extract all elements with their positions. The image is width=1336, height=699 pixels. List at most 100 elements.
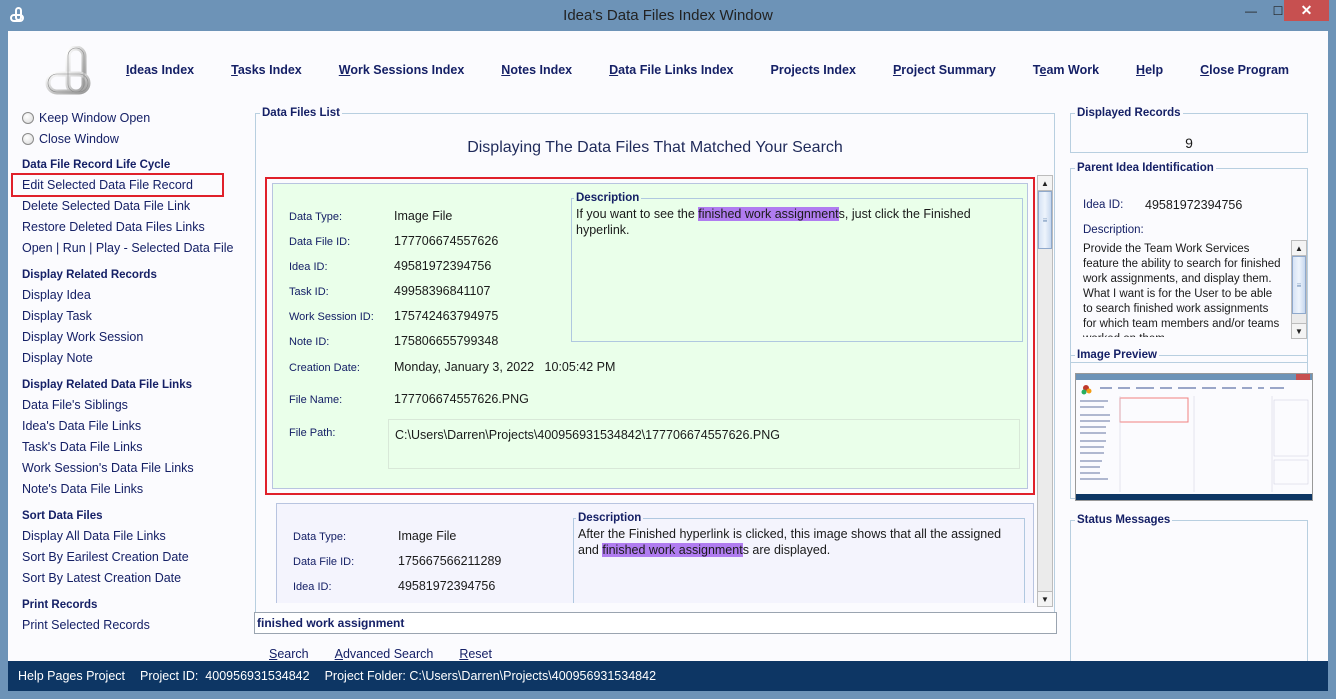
creation-date-label: Creation Date: xyxy=(289,362,360,374)
data-type-value: Image File xyxy=(394,209,453,223)
advanced-search-button[interactable]: Advanced Search xyxy=(335,647,434,661)
description-text: If you want to see the finished work ass… xyxy=(576,207,971,237)
nav-help[interactable]: Help xyxy=(1136,63,1163,77)
scroll-thumb[interactable]: ≡ xyxy=(1292,256,1306,314)
scroll-up-arrow-icon[interactable]: ▲ xyxy=(1292,241,1306,256)
notes-data-file-links-link[interactable]: Note's Data File Links xyxy=(22,479,242,500)
radio-icon xyxy=(22,111,34,124)
parent-idea-description-label: Description: xyxy=(1083,224,1144,236)
close-button[interactable]: ✕ xyxy=(1284,0,1329,21)
parent-idea-title: Parent Idea Identification xyxy=(1077,162,1214,174)
file-path-value: C:\Users\Darren\Projects\400956931534842… xyxy=(388,419,1020,469)
records-scrollbar[interactable]: ▲ ≡ ▼ xyxy=(1037,175,1053,607)
screenshot-thumbnail-icon xyxy=(1076,374,1312,500)
minimize-button[interactable]: — xyxy=(1236,0,1266,21)
displayed-records-title: Displayed Records xyxy=(1077,107,1181,119)
open-run-play-data-file-link[interactable]: Open | Run | Play - Selected Data File xyxy=(22,238,242,259)
image-preview-group: Image Preview xyxy=(1070,349,1313,501)
reset-button[interactable]: Reset xyxy=(459,647,492,661)
display-all-data-file-links-link[interactable]: Display All Data File Links xyxy=(22,526,242,547)
status-bar: Help Pages Project Project ID: 400956931… xyxy=(8,661,1328,691)
delete-selected-data-file-link[interactable]: Delete Selected Data File Link xyxy=(22,196,242,217)
scroll-thumb[interactable]: ≡ xyxy=(1038,191,1052,249)
sort-latest-creation-date-link[interactable]: Sort By Latest Creation Date xyxy=(22,568,242,589)
window-title: Idea's Data Files Index Window xyxy=(563,7,773,24)
status-messages-group: Status Messages xyxy=(1070,514,1308,662)
print-selected-records-link[interactable]: Print Selected Records xyxy=(22,615,242,636)
description-group: Description After the Finished hyperlink… xyxy=(573,512,1025,603)
data-files-siblings-link[interactable]: Data File's Siblings xyxy=(22,395,242,416)
highlight-frame xyxy=(11,173,224,197)
display-note-link[interactable]: Display Note xyxy=(22,348,242,369)
description-text: After the Finished hyperlink is clicked,… xyxy=(578,527,1002,557)
search-input[interactable]: finished work assignment xyxy=(254,612,1057,634)
scroll-down-arrow-icon[interactable]: ▼ xyxy=(1292,323,1306,338)
data-file-id-label: Data File ID: xyxy=(293,556,355,568)
parent-idea-group: Parent Idea Identification Idea ID: 4958… xyxy=(1070,162,1308,363)
top-navigation: Ideas Index Tasks Index Work Sessions In… xyxy=(126,63,1289,77)
nav-work-sessions-index[interactable]: Work Sessions Index xyxy=(339,63,465,77)
data-file-record[interactable]: Data Type: Image File Data File ID: 1756… xyxy=(276,503,1034,603)
task-id-label: Task ID: xyxy=(289,286,329,298)
nav-team-work[interactable]: Team Work xyxy=(1033,63,1099,77)
search-match-highlight: finished work assignment xyxy=(698,207,839,221)
nav-projects-index[interactable]: Projects Index xyxy=(771,63,856,77)
description-title: Description xyxy=(576,192,640,204)
displayed-records-group: Displayed Records 9 xyxy=(1070,107,1308,153)
work-sessions-data-file-links-link[interactable]: Work Session's Data File Links xyxy=(22,458,242,479)
tasks-data-file-links-link[interactable]: Task's Data File Links xyxy=(22,437,242,458)
parent-idea-description-text: Provide the Team Work Services feature t… xyxy=(1083,243,1281,337)
description-title: Description xyxy=(578,512,642,524)
close-window-radio[interactable]: Close Window xyxy=(22,128,242,149)
scroll-down-arrow-icon[interactable]: ▼ xyxy=(1038,591,1052,606)
data-file-id-value: 175667566211289 xyxy=(398,554,502,568)
results-heading: Displaying The Data Files That Matched Y… xyxy=(467,139,843,156)
creation-date-value: Monday, January 3, 2022 10:05:42 PM xyxy=(394,360,616,374)
project-folder: Project Folder: C:\Users\Darren\Projects… xyxy=(324,669,657,683)
display-work-session-link[interactable]: Display Work Session xyxy=(22,327,242,348)
status-messages-title: Status Messages xyxy=(1077,514,1171,526)
file-path-label: File Path: xyxy=(289,427,336,439)
data-type-value: Image File xyxy=(398,529,457,543)
parent-idea-id-value: 49581972394756 xyxy=(1145,198,1243,212)
search-actions: Search Advanced Search Reset xyxy=(269,647,518,661)
display-idea-link[interactable]: Display Idea xyxy=(22,285,242,306)
image-preview-thumbnail[interactable] xyxy=(1075,373,1313,501)
records-scroll-area: Data Type: Image File Data File ID: 1777… xyxy=(262,175,1037,603)
idea-id-value: 49581972394756 xyxy=(394,259,492,273)
data-files-list-title: Data Files List xyxy=(262,107,340,119)
work-session-id-label: Work Session ID: xyxy=(289,311,374,323)
displayed-records-count: 9 xyxy=(1185,135,1193,151)
section-heading-related-links: Display Related Data File Links xyxy=(22,379,193,391)
data-type-label: Data Type: xyxy=(289,211,342,223)
radio-icon xyxy=(22,132,34,145)
parent-idea-id-label: Idea ID: xyxy=(1083,199,1124,211)
nav-close-program[interactable]: Close Program xyxy=(1200,63,1289,77)
display-task-link[interactable]: Display Task xyxy=(22,306,242,327)
nav-project-summary[interactable]: Project Summary xyxy=(893,63,996,77)
note-id-value: 175806655799348 xyxy=(394,334,499,348)
idea-id-label: Idea ID: xyxy=(293,581,332,593)
section-heading-sort: Sort Data Files xyxy=(22,510,103,522)
data-file-record[interactable]: Data Type: Image File Data File ID: 1777… xyxy=(272,183,1028,489)
task-id-value: 49958396841107 xyxy=(394,284,491,298)
nav-data-file-links-index[interactable]: Data File Links Index xyxy=(609,63,733,77)
image-preview-title: Image Preview xyxy=(1077,349,1157,361)
search-match-highlight: finished work assignment xyxy=(602,543,743,557)
nav-ideas-index[interactable]: Ideas Index xyxy=(126,63,194,77)
ideas-data-file-links-link[interactable]: Idea's Data File Links xyxy=(22,416,242,437)
parent-idea-scrollbar[interactable]: ▲ ≡ ▼ xyxy=(1291,240,1307,339)
search-button[interactable]: Search xyxy=(269,647,309,661)
keep-window-open-radio[interactable]: Keep Window Open xyxy=(22,107,242,128)
close-icon: ✕ xyxy=(1300,2,1313,18)
chain-link-logo-icon xyxy=(45,46,91,95)
scroll-up-arrow-icon[interactable]: ▲ xyxy=(1038,176,1052,191)
restore-deleted-data-files-links[interactable]: Restore Deleted Data Files Links xyxy=(22,217,242,238)
note-id-label: Note ID: xyxy=(289,336,330,348)
sort-earliest-creation-date-link[interactable]: Sort By Earilest Creation Date xyxy=(22,547,242,568)
section-heading-related-records: Display Related Records xyxy=(22,269,157,281)
file-name-value: 177706674557626.PNG xyxy=(394,392,529,406)
nav-notes-index[interactable]: Notes Index xyxy=(501,63,572,77)
nav-tasks-index[interactable]: Tasks Index xyxy=(231,63,302,77)
project-id: Project ID: 400956931534842 xyxy=(140,669,310,683)
